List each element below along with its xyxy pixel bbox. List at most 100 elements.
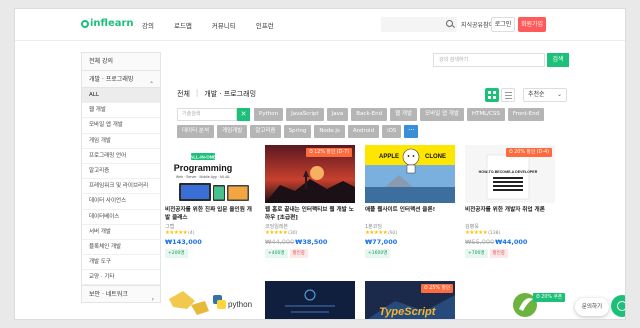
- tag-ios[interactable]: iOS: [382, 125, 402, 138]
- thumb-label: python: [228, 300, 252, 309]
- category-sidebar: 전체 강의 개발 · 프로그래밍 ⌃ ALL 웹 개발 모바일 앱 개발 게임 …: [81, 52, 161, 304]
- sidebar-item-framework[interactable]: 프레임워크 및 라이브러리: [81, 179, 161, 195]
- course-thumbnail[interactable]: HOW-TO-BECOME-A DEVELOPER ⏱ 20% 할인 (D-4): [465, 145, 555, 203]
- sort-select[interactable]: 추천순 ⌄: [523, 88, 567, 102]
- course-thumbnail[interactable]: ALL-IN-ONE Programming Web · Server · Mo…: [165, 145, 255, 203]
- course-thumbnail[interactable]: ⏱ 12% 할인 (D-7): [265, 145, 355, 203]
- tag-java[interactable]: Java: [326, 108, 349, 121]
- tag-algorithm[interactable]: 알고리즘: [250, 125, 281, 138]
- tag-frontend[interactable]: Front-End: [507, 108, 545, 121]
- thumb-headline: HOW-TO-BECOME-A DEVELOPER: [479, 170, 538, 174]
- stars-icon: ★★★★★: [365, 230, 388, 236]
- course-thumbnail[interactable]: APPLE CLONE: [365, 145, 455, 203]
- sidebar-category-security[interactable]: 보안 · 네트워크 ›: [81, 285, 161, 304]
- more-tags-button[interactable]: ···: [404, 125, 419, 138]
- sidebar-category-label: 개발 · 프로그래밍: [89, 76, 134, 83]
- sidebar-item-server[interactable]: 서버 개발: [81, 224, 161, 240]
- rating-stars: ★★★★★(30): [265, 230, 297, 236]
- list-view-button[interactable]: [501, 88, 515, 102]
- students-chip: +200명: [165, 249, 188, 258]
- nav-inflearn[interactable]: 인프런: [256, 20, 274, 30]
- course-price: ₩44,000₩38,500: [265, 238, 327, 246]
- tag-list-row2: 데이터 분석 게임개발 알고리즘 Spring Node.js Android …: [177, 125, 419, 138]
- nav-community[interactable]: 커뮤니티: [212, 20, 236, 30]
- tag-htmlcss[interactable]: HTML/CSS: [466, 108, 505, 121]
- sidebar-all-courses[interactable]: 전체 강의: [81, 52, 161, 70]
- tag-backend[interactable]: Back-End: [351, 108, 388, 121]
- tag-spring[interactable]: Spring: [283, 125, 312, 138]
- original-price: ₩55,000: [465, 238, 495, 246]
- on-sale-chip: 할인중: [289, 249, 308, 258]
- tag-javascript[interactable]: JavaScript: [286, 108, 324, 121]
- login-button[interactable]: 로그인: [491, 17, 515, 32]
- clear-tags-button[interactable]: ✕: [237, 108, 250, 121]
- course-instructor: 그랩: [165, 224, 175, 230]
- course-search-input[interactable]: 강의 검색하기: [433, 53, 545, 67]
- sidebar-item-mobile[interactable]: 모바일 앱 개발: [81, 118, 161, 134]
- sidebar-category-dev[interactable]: 개발 · 프로그래밍 ⌃: [81, 70, 161, 88]
- signup-button[interactable]: 회원가입: [518, 17, 546, 32]
- current-price: ₩38,500: [295, 238, 328, 246]
- knowledge-share-link[interactable]: 지식공유참여: [461, 20, 494, 29]
- nav-roadmap[interactable]: 로드맵: [174, 20, 192, 30]
- tag-gamedev[interactable]: 게임개발: [217, 125, 248, 138]
- breadcrumb-root[interactable]: 전체: [177, 89, 190, 99]
- inflearn-logo[interactable]: inflearn: [81, 18, 134, 29]
- current-price: ₩143,000: [165, 238, 202, 246]
- sidebar-item-etc[interactable]: 교양 · 기타: [81, 270, 161, 286]
- sidebar-item-algorithm[interactable]: 알고리즘: [81, 163, 161, 180]
- sidebar-item-blockchain[interactable]: 블록체인 개발: [81, 239, 161, 256]
- nav-courses[interactable]: 강의: [142, 20, 154, 30]
- chat-launcher-button[interactable]: [611, 295, 625, 317]
- header-search-input[interactable]: [381, 17, 457, 32]
- course-title[interactable]: 애플 웹사이트 인터랙션 클론!: [365, 206, 457, 214]
- coupon-badge: ⏱ 20% 쿠폰: [533, 293, 566, 302]
- tag-python[interactable]: Python: [254, 108, 284, 121]
- thumbnail-art: [265, 281, 355, 319]
- thumb-headline: Programming: [174, 163, 233, 173]
- course-instructor: 김병욱: [465, 224, 479, 230]
- rating-count: (4): [188, 231, 195, 236]
- breadcrumb-current: 개발 · 프로그래밍: [204, 90, 257, 98]
- course-instructor: 1분코딩: [365, 224, 382, 230]
- sidebar-item-game[interactable]: 게임 개발: [81, 133, 161, 149]
- tag-data-analysis[interactable]: 데이터 분석: [177, 125, 215, 138]
- course-thumbnail[interactable]: [265, 281, 355, 319]
- page: inflearn 강의 로드맵 커뮤니티 인프런 지식공유참여 로그인 회원가입…: [14, 8, 626, 320]
- students-chip: +1600명: [365, 249, 391, 258]
- course-title[interactable]: 비전공자를 위한 개발자 취업 개론: [465, 206, 557, 214]
- tag-nodejs[interactable]: Node.js: [314, 125, 345, 138]
- course-title[interactable]: 웹 홈로 끝내는 인터랙티브 웹 개발 노하우 [초급편]: [265, 206, 357, 222]
- sidebar-item-datascience[interactable]: 데이터 사이언스: [81, 194, 161, 210]
- breadcrumb: 전체 | 개발 · 프로그래밍: [177, 89, 256, 99]
- grid-view-button[interactable]: [485, 88, 499, 102]
- thumbnail-art: ALL-IN-ONE Programming Web · Server · Mo…: [165, 145, 255, 203]
- main-nav: 강의 로드맵 커뮤니티 인프런: [142, 20, 294, 30]
- rating-stars: ★★★★★(92): [365, 230, 397, 236]
- breadcrumb-separator: |: [195, 89, 199, 97]
- discount-badge: ⏱ 12% 할인 (D-7): [305, 148, 352, 157]
- contact-button[interactable]: 문의하기: [575, 298, 609, 316]
- sidebar-item-language[interactable]: 프로그래밍 언어: [81, 148, 161, 164]
- stars-icon: ★★★★★: [465, 230, 488, 236]
- stars-icon: ★★★★★: [165, 230, 188, 236]
- tag-mobile[interactable]: 모바일 앱 개발: [420, 108, 464, 121]
- course-instructor: 코딩일레븐: [265, 224, 289, 230]
- discount-badge: ⏱ 20% 할인 (D-4): [505, 148, 552, 157]
- course-thumbnail[interactable]: TypeScript ⏱ 25% 할인: [365, 281, 455, 319]
- course-thumbnail[interactable]: python: [165, 281, 255, 319]
- sidebar-item-devtools[interactable]: 개발 도구: [81, 255, 161, 271]
- course-chips: +700명 할인중: [465, 249, 508, 258]
- thumb-left: APPLE: [379, 154, 399, 160]
- sort-selected-value: 추천순: [528, 91, 545, 98]
- tag-webdev[interactable]: 웹 개발: [390, 108, 418, 121]
- rating-count: (138): [488, 231, 501, 236]
- course-search-button[interactable]: 검색: [547, 53, 569, 67]
- thumb-badge: ALL-IN-ONE: [190, 155, 216, 160]
- tag-android[interactable]: Android: [347, 125, 380, 138]
- sidebar-item-web[interactable]: 웹 개발: [81, 103, 161, 119]
- tag-search-input[interactable]: 기술검색: [177, 108, 237, 121]
- sidebar-item-database[interactable]: 데이터베이스: [81, 209, 161, 225]
- search-icon[interactable]: [446, 20, 453, 27]
- course-title[interactable]: 비전공자를 위한 진짜 입문 올인원 개발 클래스: [165, 206, 257, 222]
